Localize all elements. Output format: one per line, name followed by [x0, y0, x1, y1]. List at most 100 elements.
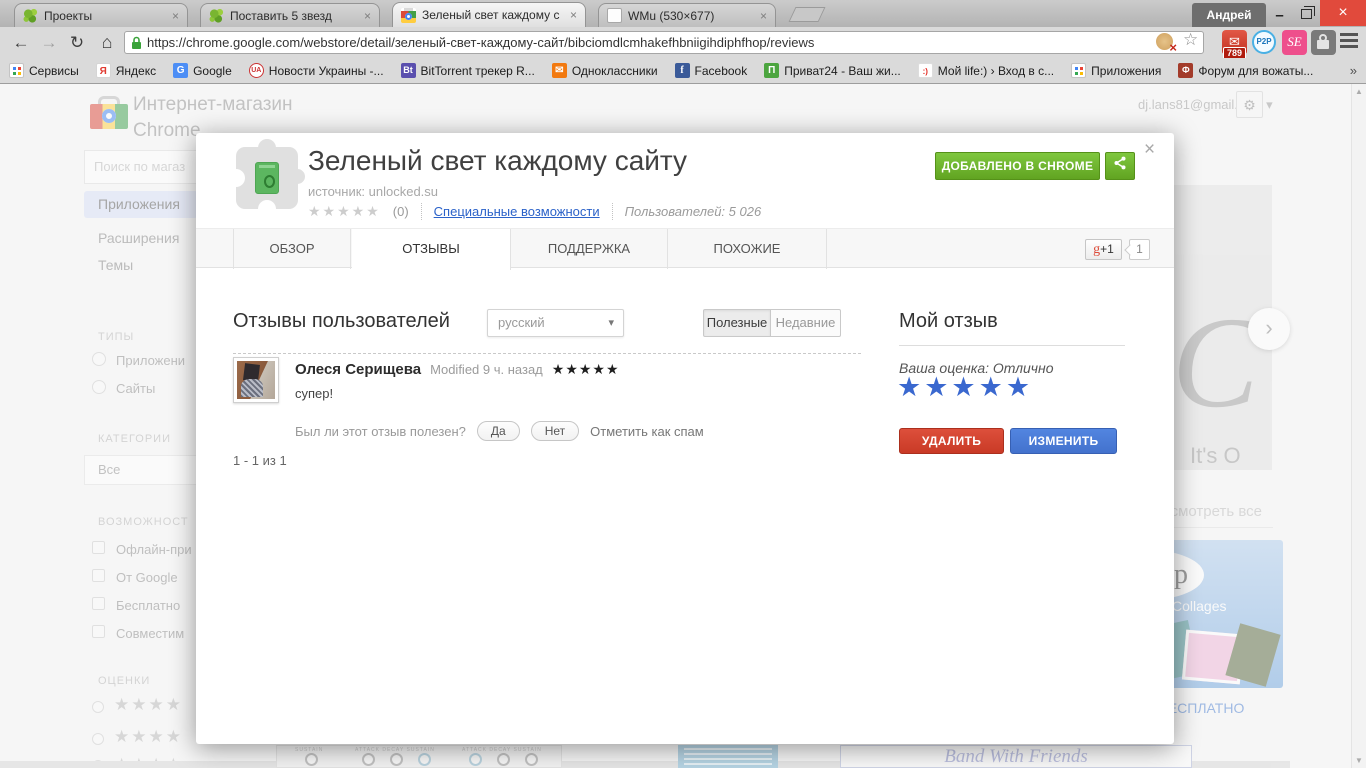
sidebar-item-themes: Темы [98, 257, 134, 273]
helpful-no-button[interactable]: Нет [530, 421, 580, 441]
window-maximize-button[interactable] [1293, 0, 1320, 26]
bookmark-label: Facebook [694, 63, 748, 78]
type-sites-label: Сайты [116, 381, 156, 396]
bittorrent-icon: Bt [400, 63, 416, 78]
knob [305, 753, 318, 766]
profile-badge[interactable]: Андрей [1192, 3, 1266, 27]
helpful-question: Был ли этот отзыв полезен? [295, 423, 466, 439]
bookmark-moy-life[interactable]: :) Мой life:) › Вход в с... [917, 63, 1054, 78]
new-tab-button[interactable] [788, 7, 826, 22]
mail-extension-icon[interactable]: ✉ 789 [1222, 30, 1247, 60]
store-search-input: Поиск по магаз [84, 150, 206, 184]
blocked-cookies-icon[interactable]: × [1156, 33, 1177, 55]
helpful-yes-button[interactable]: Да [476, 421, 520, 441]
bookmark-google[interactable]: G Google [173, 63, 232, 78]
tab-support[interactable]: ПОДДЕРЖКА [511, 229, 668, 269]
back-button[interactable]: ← [8, 30, 34, 55]
knob [525, 753, 538, 766]
bookmark-odnoklassniki[interactable]: ✉ Одноклассники [551, 63, 658, 78]
checkbox-compatible [92, 625, 105, 638]
type-apps-label: Приложени [116, 353, 186, 368]
bookmark-star-icon[interactable]: ☆ [1183, 30, 1198, 50]
chrome-menu-button[interactable] [1340, 33, 1360, 58]
review-text: супер! [295, 386, 334, 401]
accessibility-link[interactable]: Специальные возможности [434, 204, 600, 219]
tab-reviews-active[interactable]: ОТЗЫВЫ [352, 229, 511, 270]
bookmark-services[interactable]: Сервисы [9, 63, 79, 78]
address-bar[interactable] [124, 31, 1204, 54]
sort-recent-button[interactable]: Недавние [771, 309, 841, 337]
tab-close-icon[interactable]: × [172, 10, 179, 22]
browser-tab-projects[interactable]: Проекты × [14, 3, 188, 27]
my-review-heading: Мой отзыв [899, 310, 998, 332]
browser-tab-wmu[interactable]: WMu (530×677) × [598, 3, 776, 27]
reload-button[interactable]: ↻ [64, 30, 90, 55]
se-extension-icon[interactable]: SE [1282, 30, 1307, 55]
lock-extension-icon[interactable] [1311, 30, 1336, 55]
extension-puzzle-icon [227, 139, 305, 218]
titlebar: Проекты × Поставить 5 звезд × Зеленый св… [0, 0, 1366, 27]
bookmark-forum[interactable]: Ф Форум для вожаты... [1178, 63, 1313, 78]
knob [390, 753, 403, 766]
reviews-heading: Отзывы пользователей [233, 310, 450, 332]
gear-button: ⚙ [1236, 91, 1263, 118]
edit-review-button[interactable]: ИЗМЕНИТЬ [1010, 428, 1117, 454]
green-dots-favicon [23, 8, 38, 23]
bookmark-apps[interactable]: Приложения [1071, 63, 1161, 78]
tab-title: Проекты [44, 8, 93, 23]
forward-button[interactable]: → [36, 30, 62, 55]
review-stars: ★★★★★ [551, 361, 620, 377]
puzzle-knob [290, 169, 305, 184]
scroll-up-arrow[interactable]: ▲ [1352, 87, 1366, 96]
bookmark-privat24[interactable]: П Приват24 - Ваш жи... [764, 63, 901, 78]
url-input[interactable] [147, 35, 1151, 50]
page-scrollbar[interactable]: ▲ ▼ [1351, 84, 1366, 768]
bookmark-facebook[interactable]: f Facebook [674, 63, 748, 78]
tab-close-icon[interactable]: × [364, 10, 371, 22]
my-rating-stars[interactable]: ★★★★★ [897, 372, 1033, 403]
rating-stars-empty: ★★★★★ [308, 203, 381, 219]
sort-helpful-button[interactable]: Полезные [703, 309, 771, 337]
tab-close-icon[interactable]: × [760, 10, 767, 22]
bookmark-bittorrent[interactable]: Bt BitTorrent трекер R... [400, 63, 535, 78]
features-label: ВОЗМОЖНОСТ [98, 516, 189, 528]
extension-dialog: × Зеленый свет каждому сайту источник: u… [196, 133, 1174, 744]
scroll-down-arrow[interactable]: ▼ [1352, 756, 1366, 765]
window-minimize-button[interactable]: – [1266, 0, 1293, 26]
puzzle-notch [258, 200, 276, 218]
home-button[interactable]: ⌂ [94, 30, 120, 55]
webstore-page: Интернет-магазин Chrome Поиск по магаз П… [0, 84, 1366, 768]
green-dots-favicon [209, 8, 224, 23]
pagination: 1 - 1 из 1 [233, 453, 287, 468]
bookmarks-overflow-chevron[interactable]: » [1350, 63, 1357, 78]
bookmarks-bar: Сервисы Я Яндекс G Google UA Новости Украин… [0, 58, 1366, 84]
bookmark-label: Яндекс [115, 63, 157, 78]
reviewer-avatar-photo [237, 361, 275, 399]
delete-review-button[interactable]: УДАЛИТЬ [899, 428, 1004, 454]
feature-free-label: Бесплатно [116, 598, 181, 613]
language-select[interactable]: русский ▾ [487, 309, 624, 337]
categories-label: КАТЕГОРИИ [98, 433, 171, 445]
added-to-chrome-button[interactable]: ДОБАВЛЕНО В CHROME [935, 152, 1100, 180]
synth-screenshot: SUSTAIN ATTACK DECAY SUSTAIN ATTACK DECA… [276, 745, 562, 768]
select-arrow-icon: ▾ [608, 317, 614, 329]
tab-close-icon[interactable]: × [570, 9, 577, 21]
p2p-extension-icon[interactable]: P2P [1252, 30, 1276, 54]
mark-spam-link[interactable]: Отметить как спам [590, 424, 704, 439]
google-plus-one-button[interactable]: g+1 [1085, 239, 1122, 260]
tab-related[interactable]: ПОХОЖИЕ [668, 229, 827, 269]
webstore-logo [90, 96, 128, 129]
browser-tab-active-webstore[interactable]: Зеленый свет каждому с × [392, 2, 586, 27]
banner-letter: C [1172, 291, 1259, 435]
bookmark-yandex[interactable]: Я Яндекс [95, 63, 157, 78]
share-button[interactable] [1105, 152, 1135, 180]
webstore-favicon [401, 7, 416, 23]
bookmark-news-ua[interactable]: UA Новости Украины -... [248, 63, 384, 78]
share-icon [1114, 156, 1126, 170]
dialog-close-icon[interactable]: × [1144, 139, 1155, 161]
sidebar-item-extensions: Расширения [98, 230, 180, 246]
browser-window: Проекты × Поставить 5 звезд × Зеленый св… [0, 0, 1366, 768]
browser-tab-rate[interactable]: Поставить 5 звезд × [200, 3, 380, 27]
tab-overview[interactable]: ОБЗОР [233, 229, 351, 269]
window-close-button[interactable]: × [1320, 0, 1366, 26]
